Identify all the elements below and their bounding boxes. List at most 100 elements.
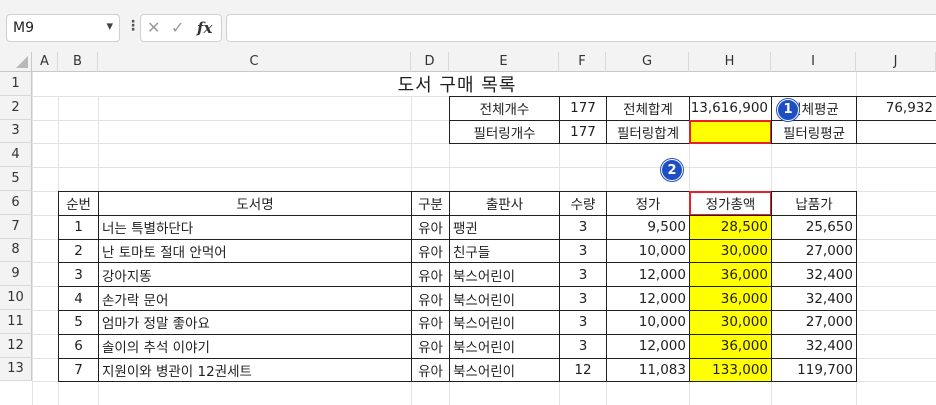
- table-cell[interactable]: 3: [559, 238, 607, 264]
- table-cell[interactable]: 북스어린이: [449, 286, 560, 311]
- column-header-b[interactable]: B: [58, 52, 98, 72]
- row-header-7[interactable]: 7: [0, 214, 32, 239]
- table-cell[interactable]: 유아: [411, 262, 450, 288]
- table-cell[interactable]: 유아: [411, 310, 450, 335]
- row-header-12[interactable]: 12: [0, 333, 32, 358]
- column-header-j[interactable]: J: [856, 52, 936, 72]
- column-header-a[interactable]: A: [32, 52, 58, 72]
- row-header-11[interactable]: 11: [0, 310, 32, 334]
- filter-count-value: 177: [559, 119, 607, 145]
- table-cell[interactable]: 북스어린이: [449, 333, 560, 359]
- more-options-icon[interactable]: ⋮: [126, 18, 140, 34]
- table-cell[interactable]: 133,000: [689, 357, 772, 383]
- table-cell[interactable]: 32,400: [771, 333, 857, 359]
- table-cell[interactable]: 11,083: [606, 357, 690, 383]
- check-icon[interactable]: ✓: [171, 18, 184, 37]
- formula-bar: M9 ▾ ⋮ ✕ ✓ fx: [0, 0, 936, 52]
- row-header-1[interactable]: 1: [0, 72, 32, 96]
- table-cell[interactable]: 북스어린이: [449, 262, 560, 288]
- table-cell[interactable]: 7: [58, 357, 99, 383]
- table-cell[interactable]: 유아: [411, 357, 450, 383]
- table-cell[interactable]: 팽귄: [449, 214, 560, 240]
- table-cell[interactable]: 강아지똥: [98, 262, 412, 288]
- table-cell[interactable]: 2: [58, 238, 99, 264]
- table-header-3: 구분: [411, 191, 450, 216]
- table-cell[interactable]: 솔이의 추석 이야기: [98, 333, 412, 359]
- row-header-10[interactable]: 10: [0, 286, 32, 310]
- table-cell[interactable]: 28,500: [689, 214, 772, 240]
- row-header-8[interactable]: 8: [0, 238, 32, 263]
- table-cell[interactable]: 36,000: [689, 333, 772, 359]
- row-header-5[interactable]: 5: [0, 167, 32, 191]
- table-cell[interactable]: 친구들: [449, 238, 560, 264]
- table-cell[interactable]: 30,000: [689, 310, 772, 335]
- table-cell[interactable]: 지원이와 병관이 12권세트: [98, 357, 412, 383]
- row-header-4[interactable]: 4: [0, 143, 32, 168]
- table-cell[interactable]: 119,700: [771, 357, 857, 383]
- column-header-c[interactable]: C: [98, 52, 411, 72]
- column-header-d[interactable]: D: [411, 52, 449, 72]
- table-cell[interactable]: 32,400: [771, 262, 857, 288]
- table-cell[interactable]: 엄마가 정말 좋아요: [98, 310, 412, 335]
- table-cell[interactable]: 3: [58, 262, 99, 288]
- row-header-9[interactable]: 9: [0, 262, 32, 287]
- table-cell[interactable]: 12: [559, 357, 607, 383]
- table-cell[interactable]: 12,000: [606, 262, 690, 288]
- table-cell[interactable]: 유아: [411, 238, 450, 264]
- column-header-g[interactable]: G: [606, 52, 689, 72]
- formula-input[interactable]: [226, 14, 936, 42]
- column-header-h[interactable]: H: [689, 52, 771, 72]
- table-cell[interactable]: 36,000: [689, 262, 772, 288]
- table-cell[interactable]: 유아: [411, 214, 450, 240]
- filter-count-label: 필터링개수: [449, 119, 560, 145]
- table-cell[interactable]: 3: [559, 310, 607, 335]
- filter-sum-value[interactable]: [689, 119, 772, 145]
- worksheet-grid[interactable]: A B C D E F G H I J 1 2 3 4 5 6 7 8 9 10 11 12 13 도서 구매 목록 전체개수 1…: [0, 52, 936, 405]
- table-cell[interactable]: 4: [58, 286, 99, 311]
- table-cell[interactable]: 27,000: [771, 238, 857, 264]
- table-cell[interactable]: 1: [58, 214, 99, 240]
- table-cell[interactable]: 9,500: [606, 214, 690, 240]
- table-cell[interactable]: 5: [58, 310, 99, 335]
- name-box[interactable]: M9 ▾: [6, 14, 120, 42]
- table-cell[interactable]: 너는 특별하단다: [98, 214, 412, 240]
- table-cell[interactable]: 유아: [411, 333, 450, 359]
- row-header-3[interactable]: 3: [0, 119, 32, 144]
- table-cell[interactable]: 북스어린이: [449, 310, 560, 335]
- table-cell[interactable]: 난 토마토 절대 안먹어: [98, 238, 412, 264]
- sheet-title: 도서 구매 목록: [58, 72, 856, 96]
- table-cell[interactable]: 36,000: [689, 286, 772, 311]
- row-header-2[interactable]: 2: [0, 95, 32, 120]
- table-cell[interactable]: 10,000: [606, 238, 690, 264]
- table-cell[interactable]: 3: [559, 214, 607, 240]
- table-cell[interactable]: 3: [559, 333, 607, 359]
- row-header-6[interactable]: 6: [0, 191, 32, 215]
- column-header-i[interactable]: I: [771, 52, 856, 72]
- table-header-4: 출판사: [449, 191, 560, 216]
- table-cell[interactable]: 3: [559, 286, 607, 311]
- table-cell[interactable]: 유아: [411, 286, 450, 311]
- column-header-e[interactable]: E: [449, 52, 559, 72]
- table-cell[interactable]: 북스어린이: [449, 357, 560, 383]
- select-all-corner[interactable]: [0, 52, 32, 72]
- table-cell[interactable]: 10,000: [606, 310, 690, 335]
- table-cell[interactable]: 6: [58, 333, 99, 359]
- table-cell[interactable]: 30,000: [689, 238, 772, 264]
- table-cell[interactable]: 손가락 문어: [98, 286, 412, 311]
- chevron-down-icon[interactable]: ▾: [106, 19, 113, 34]
- table-cell[interactable]: 25,650: [771, 214, 857, 240]
- table-cell[interactable]: 12,000: [606, 333, 690, 359]
- cancel-icon[interactable]: ✕: [147, 18, 160, 37]
- step-badge-2: 2: [661, 159, 683, 182]
- insert-function-icon[interactable]: fx: [197, 19, 212, 37]
- column-header-f[interactable]: F: [559, 52, 606, 72]
- table-cell[interactable]: 27,000: [771, 310, 857, 335]
- row-header-13[interactable]: 13: [0, 357, 32, 382]
- table-cell[interactable]: 12,000: [606, 286, 690, 311]
- table-header-2: 도서명: [98, 191, 412, 216]
- table-cell[interactable]: 32,400: [771, 286, 857, 311]
- total-count-value: 177: [559, 95, 607, 121]
- total-sum-value: 13,616,900: [689, 95, 772, 121]
- table-cell[interactable]: 3: [559, 262, 607, 288]
- table-header-7: 정가총액: [689, 191, 772, 216]
